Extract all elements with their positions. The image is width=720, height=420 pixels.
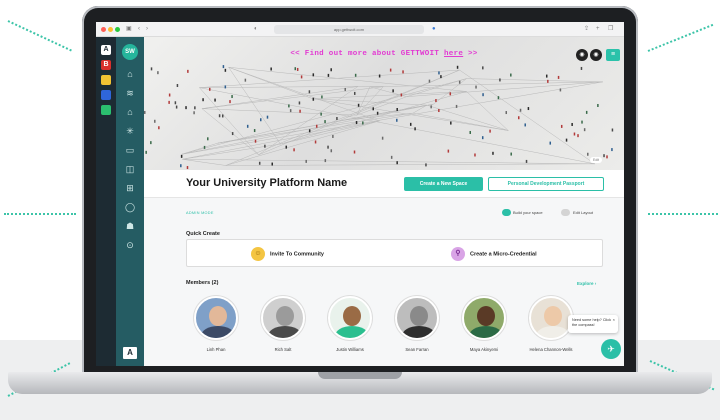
compass-icon: ✈ xyxy=(607,344,615,354)
help-text: Need some help? Click the compass! xyxy=(572,318,612,327)
member-card[interactable]: Justin Williams xyxy=(320,296,380,352)
back-icon[interactable]: ‹ xyxy=(138,25,140,34)
decorative-dots-left-top xyxy=(7,20,72,52)
calendar-icon[interactable]: ▭ xyxy=(122,143,138,157)
page-title: Your University Platform Name xyxy=(186,177,348,189)
decorative-dots-right-mid xyxy=(648,213,718,215)
member-name: Justin Williams xyxy=(336,347,364,352)
decorative-dots-left-mid xyxy=(4,213,76,215)
building-icon[interactable]: ⌂ xyxy=(122,105,138,119)
decorative-dots-right-top xyxy=(647,23,714,52)
app-logo-icon[interactable]: A xyxy=(123,347,137,359)
forward-icon[interactable]: › xyxy=(146,25,148,34)
member-name: Helena Channon-Wells xyxy=(529,347,573,352)
home-icon[interactable]: ⌂ xyxy=(122,67,138,81)
window-minimize-button[interactable] xyxy=(108,27,113,32)
tabs-overview-icon[interactable]: ❐ xyxy=(608,25,613,34)
share-icon[interactable]: ⇪ xyxy=(584,25,589,34)
people-icon[interactable]: ☗ xyxy=(122,219,138,233)
cover-banner: << Find out more about GETTWOIT here >> … xyxy=(144,37,624,170)
extension-icon[interactable]: ● xyxy=(432,25,436,34)
window-maximize-button[interactable] xyxy=(115,27,120,32)
passport-button[interactable]: Personal Development Passport xyxy=(488,177,604,191)
member-card[interactable]: Maya Akinyemi xyxy=(454,296,514,352)
network-icon[interactable]: ✳ xyxy=(122,124,138,138)
invite-icon: ☺ xyxy=(251,247,265,261)
user-avatar[interactable]: SW xyxy=(122,44,138,60)
invite-label: Invite To Community xyxy=(270,251,324,258)
compass-help-button[interactable]: ✈ xyxy=(601,339,621,359)
edit-layout-toggle[interactable] xyxy=(561,209,570,216)
promo-suffix: >> xyxy=(463,50,478,58)
member-name: Maya Akinyemi xyxy=(469,347,499,352)
promo-text: << Find out more about GETTWOIT xyxy=(290,50,444,58)
quick-create-title: Quick Create xyxy=(186,231,220,237)
browser-toolbar: ▣ ‹ › ◐ app.gettwoit.com ● ⇪ + ❐ xyxy=(96,22,624,37)
member-card[interactable]: Rich Salt xyxy=(253,296,313,352)
member-avatar xyxy=(462,296,506,340)
main-content: << Find out more about GETTWOIT here >> … xyxy=(144,37,624,366)
close-icon[interactable]: × xyxy=(613,317,615,322)
laptop-notch xyxy=(318,372,402,379)
help-tooltip: Need some help? Click the compass! × xyxy=(568,315,618,333)
member-name: Linh Phan xyxy=(206,347,226,352)
member-name: Rich Salt xyxy=(274,347,292,352)
admin-mode-label: ADMIN MODE xyxy=(186,211,214,215)
notifications-button[interactable]: ◉ xyxy=(576,49,588,61)
window-close-button[interactable] xyxy=(101,27,106,32)
promo-link[interactable]: here xyxy=(444,50,463,58)
url-bar[interactable]: app.gettwoit.com xyxy=(274,25,424,34)
workspace-green[interactable] xyxy=(101,105,111,115)
settings-icon[interactable]: ⊙ xyxy=(122,238,138,252)
menu-button[interactable]: ≡ xyxy=(606,49,620,61)
promo-banner: << Find out more about GETTWOIT here >> xyxy=(144,50,624,58)
workspace-blue[interactable] xyxy=(101,90,111,100)
workspace-a[interactable]: A xyxy=(101,45,111,55)
member-card[interactable]: Sean Farran xyxy=(387,296,447,352)
micro-credential-label: Create a Micro-Credential xyxy=(470,251,537,258)
member-avatar xyxy=(328,296,372,340)
book-icon[interactable]: ◫ xyxy=(122,162,138,176)
shield-icon[interactable]: ◐ xyxy=(254,25,258,34)
grid-icon[interactable]: ⊞ xyxy=(122,181,138,195)
credential-icon: ⚲ xyxy=(451,247,465,261)
member-avatar xyxy=(194,296,238,340)
edit-cover-button[interactable]: Edit xyxy=(590,157,603,163)
profile-button[interactable]: ◉ xyxy=(590,49,602,61)
build-space-toggle[interactable] xyxy=(502,209,511,216)
new-tab-icon[interactable]: + xyxy=(596,25,600,34)
workspace-yellow[interactable] xyxy=(101,75,111,85)
member-avatar xyxy=(261,296,305,340)
edit-layout-label: Edit Layout xyxy=(573,210,594,215)
invite-community-button[interactable]: ☺ Invite To Community xyxy=(251,247,324,261)
sidebar-toggle-icon[interactable]: ▣ xyxy=(126,25,132,34)
workspace-b[interactable]: B xyxy=(101,60,111,70)
workspace-rail: A B xyxy=(96,37,116,366)
member-name: Sean Farran xyxy=(405,347,429,352)
space-header: Your University Platform Name Create a N… xyxy=(144,170,624,198)
laptop-screen: ▣ ‹ › ◐ app.gettwoit.com ● ⇪ + ❐ A B SW … xyxy=(96,22,624,366)
layers-icon[interactable]: ≋ xyxy=(122,86,138,100)
build-space-label: Build your space xyxy=(513,210,543,215)
nav-sidebar: SW ⌂ ≋ ⌂ ✳ ▭ ◫ ⊞ ◯ ☗ ⊙ A xyxy=(116,37,144,366)
create-space-button[interactable]: Create a New Space xyxy=(404,177,483,191)
quick-create-panel: ☺ Invite To Community ⚲ Create a Micro-Cre… xyxy=(186,239,603,267)
explore-link[interactable]: Explore › xyxy=(577,281,596,286)
members-title: Members (2) xyxy=(186,280,219,286)
member-avatar xyxy=(529,296,573,340)
member-avatar xyxy=(395,296,439,340)
chat-icon[interactable]: ◯ xyxy=(122,200,138,214)
member-card[interactable]: Linh Phan xyxy=(186,296,246,352)
create-micro-credential-button[interactable]: ⚲ Create a Micro-Credential xyxy=(451,247,537,261)
